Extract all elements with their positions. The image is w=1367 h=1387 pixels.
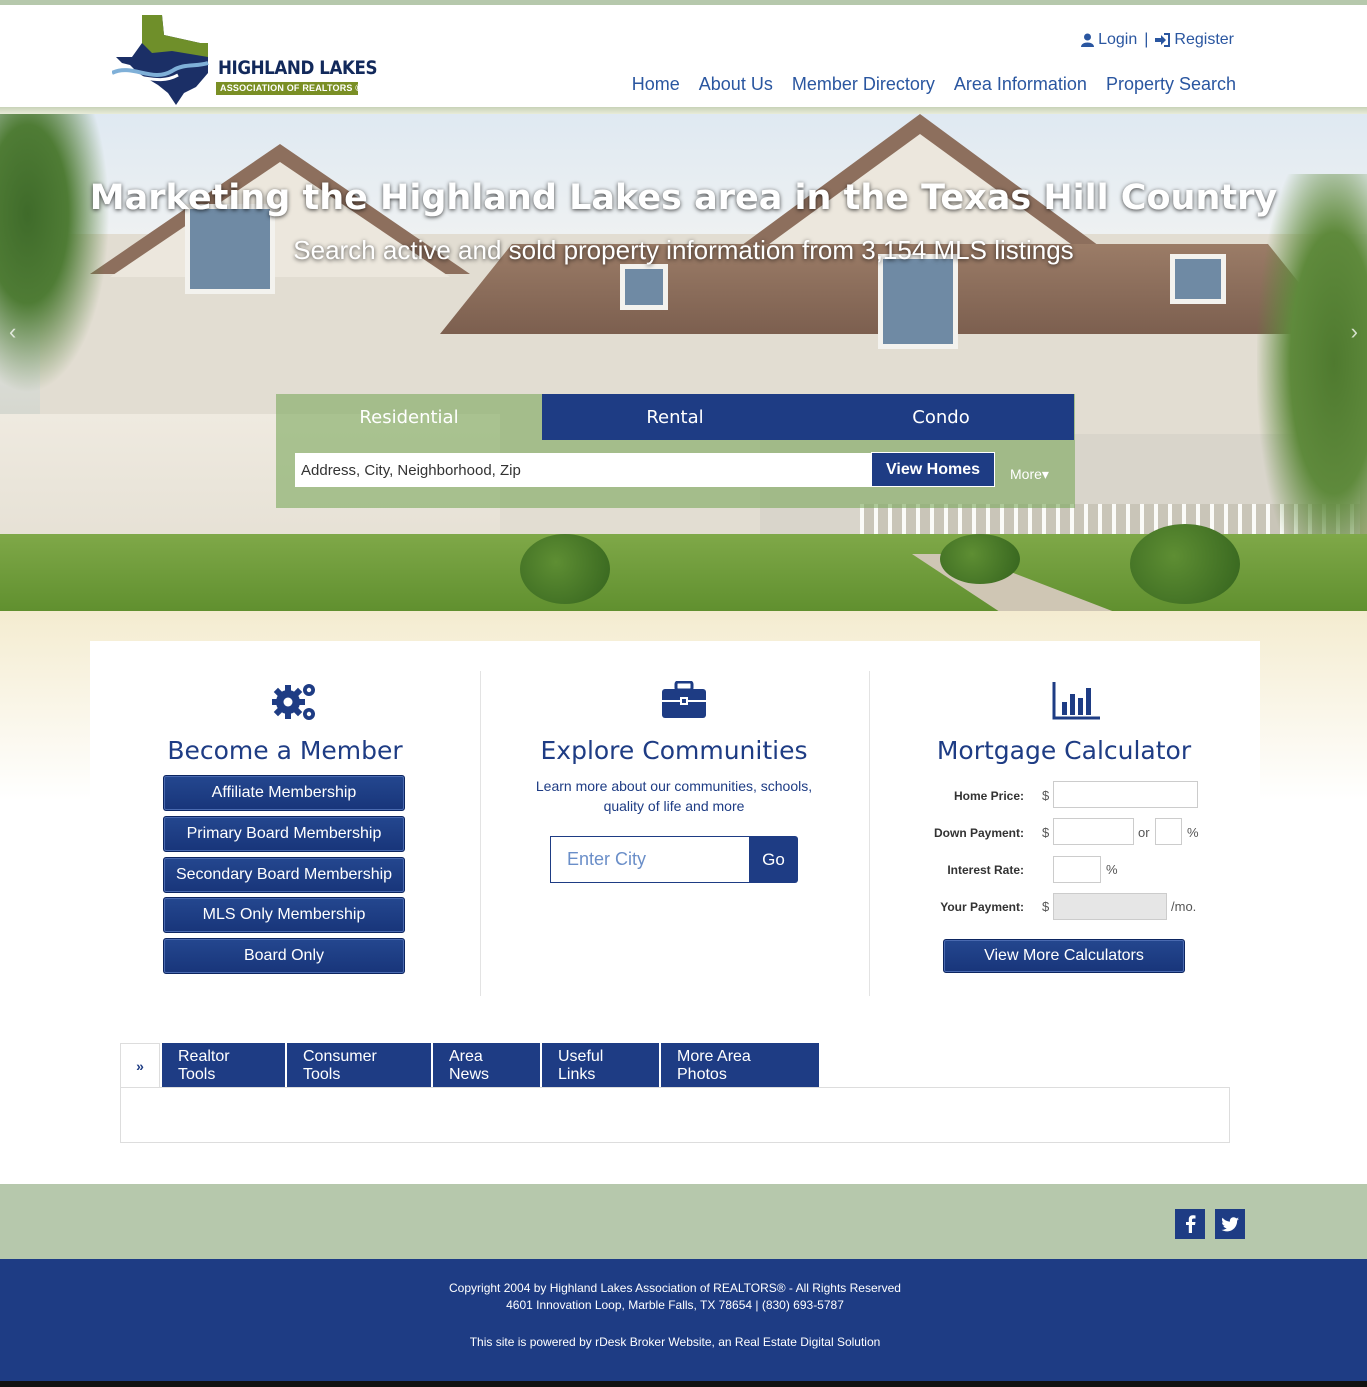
hero-subtitle: Search active and sold property informat… xyxy=(293,235,1074,265)
explore-description: Learn more about our communities, school… xyxy=(535,778,813,814)
down-payment-or: or xyxy=(1138,825,1150,840)
caret-down-icon: ▾ xyxy=(1041,466,1049,482)
primary-board-membership-button[interactable]: Primary Board Membership xyxy=(163,816,405,852)
explore-communities-title: Explore Communities xyxy=(540,736,808,765)
sign-in-icon xyxy=(1155,33,1171,47)
page-bottom-edge xyxy=(0,1381,1367,1387)
main-nav: Home About Us Member Directory Area Info… xyxy=(632,74,1236,95)
hero-window xyxy=(620,264,668,310)
more-options-dropdown[interactable]: More▾ xyxy=(1010,466,1049,483)
your-payment-label: Your Payment: xyxy=(940,900,1024,914)
login-label: Login xyxy=(1098,31,1138,48)
nav-about-us[interactable]: About Us xyxy=(699,74,773,95)
property-search-box: Residential Rental Condo View Homes More… xyxy=(276,394,1075,508)
home-price-label: Home Price: xyxy=(953,789,1024,803)
twitter-icon[interactable] xyxy=(1215,1209,1245,1239)
site-header: HIGHLAND LAKES ASSOCIATION OF REALTORS ®… xyxy=(0,5,1367,109)
tab-residential[interactable]: Residential xyxy=(276,394,542,440)
interest-rate-label: Interest Rate: xyxy=(947,863,1024,877)
facebook-icon[interactable] xyxy=(1175,1209,1205,1239)
tab-realtor-tools[interactable]: Realtor Tools xyxy=(162,1043,285,1088)
down-payment-percent-sign: % xyxy=(1187,825,1199,840)
tab-condo[interactable]: Condo xyxy=(808,394,1074,440)
nav-property-search[interactable]: Property Search xyxy=(1106,74,1236,95)
hero-bush xyxy=(1130,524,1240,604)
tab-useful-links[interactable]: Useful Links xyxy=(542,1043,659,1088)
mls-only-membership-button[interactable]: MLS Only Membership xyxy=(163,897,405,933)
hero-bush xyxy=(520,534,610,604)
hero-window xyxy=(878,254,958,349)
interest-rate-percent-sign: % xyxy=(1106,862,1118,877)
become-member-title: Become a Member xyxy=(167,736,403,765)
search-tabs: Residential Rental Condo xyxy=(276,394,1075,440)
user-icon xyxy=(1081,33,1095,47)
bar-chart-icon xyxy=(1052,682,1102,725)
down-payment-currency: $ xyxy=(1042,825,1050,840)
texas-map-logo-icon xyxy=(112,15,209,105)
hero-bush xyxy=(940,534,1020,584)
per-month-label: /mo. xyxy=(1171,899,1197,914)
column-divider xyxy=(480,671,481,996)
home-price-currency: $ xyxy=(1042,788,1050,803)
resource-tabs: » Realtor Tools Consumer Tools Area News… xyxy=(120,1043,819,1088)
your-payment-output xyxy=(1053,893,1167,920)
down-payment-label: Down Payment: xyxy=(933,826,1024,840)
nav-area-information[interactable]: Area Information xyxy=(954,74,1087,95)
board-only-button[interactable]: Board Only xyxy=(163,938,405,974)
more-label: More xyxy=(1010,466,1042,482)
logo-title: HIGHLAND LAKES xyxy=(218,57,378,79)
down-payment-percent-input[interactable] xyxy=(1155,818,1182,845)
interest-rate-input[interactable] xyxy=(1053,856,1101,883)
hero-carousel: Marketing the Highland Lakes area in the… xyxy=(0,114,1367,611)
hero-title: Marketing the Highland Lakes area in the… xyxy=(89,178,1278,218)
footer-powered-by[interactable]: This site is powered by rDesk Broker Web… xyxy=(0,1335,1350,1349)
carousel-next-icon[interactable]: › xyxy=(1351,319,1358,345)
down-payment-amount-input[interactable] xyxy=(1053,818,1134,845)
briefcase-icon xyxy=(662,680,706,724)
property-search-input[interactable] xyxy=(295,453,871,487)
home-price-input[interactable] xyxy=(1053,781,1198,808)
tab-rental[interactable]: Rental xyxy=(542,394,808,440)
register-link[interactable]: Register xyxy=(1155,31,1234,49)
header-shadow xyxy=(0,107,1367,114)
tabs-toggle-icon[interactable]: » xyxy=(120,1043,160,1088)
nav-member-directory[interactable]: Member Directory xyxy=(792,74,935,95)
carousel-prev-icon[interactable]: ‹ xyxy=(9,319,16,345)
city-search-input[interactable] xyxy=(550,836,750,883)
view-more-calculators-button[interactable]: View More Calculators xyxy=(943,939,1185,973)
tab-more-area-photos[interactable]: More Area Photos xyxy=(661,1043,819,1088)
column-divider xyxy=(869,671,870,996)
footer-copyright: Copyright 2004 by Highland Lakes Associa… xyxy=(449,1281,901,1295)
mortgage-calculator-title: Mortgage Calculator xyxy=(936,736,1192,765)
gears-icon xyxy=(271,680,320,729)
auth-links: Login | Register xyxy=(1081,31,1234,49)
footer-social-band xyxy=(0,1184,1367,1259)
tab-consumer-tools[interactable]: Consumer Tools xyxy=(287,1043,431,1088)
site-logo[interactable]: HIGHLAND LAKES ASSOCIATION OF REALTORS ® xyxy=(112,13,378,105)
secondary-board-membership-button[interactable]: Secondary Board Membership xyxy=(163,857,405,893)
footer-address: 4601 Innovation Loop, Marble Falls, TX 7… xyxy=(506,1298,844,1312)
nav-home[interactable]: Home xyxy=(632,74,680,95)
register-label: Register xyxy=(1174,31,1234,48)
tab-area-news[interactable]: Area News xyxy=(433,1043,540,1088)
affiliate-membership-button[interactable]: Affiliate Membership xyxy=(163,775,405,811)
go-button[interactable]: Go xyxy=(749,836,798,883)
view-homes-button[interactable]: View Homes xyxy=(871,452,995,487)
tab-content-panel xyxy=(120,1087,1230,1143)
site-footer: Copyright 2004 by Highland Lakes Associa… xyxy=(0,1259,1367,1381)
your-payment-currency: $ xyxy=(1042,899,1050,914)
logo-subtitle: ASSOCIATION OF REALTORS ® xyxy=(220,83,363,93)
auth-separator: | xyxy=(1144,31,1149,48)
login-link[interactable]: Login xyxy=(1081,31,1137,49)
